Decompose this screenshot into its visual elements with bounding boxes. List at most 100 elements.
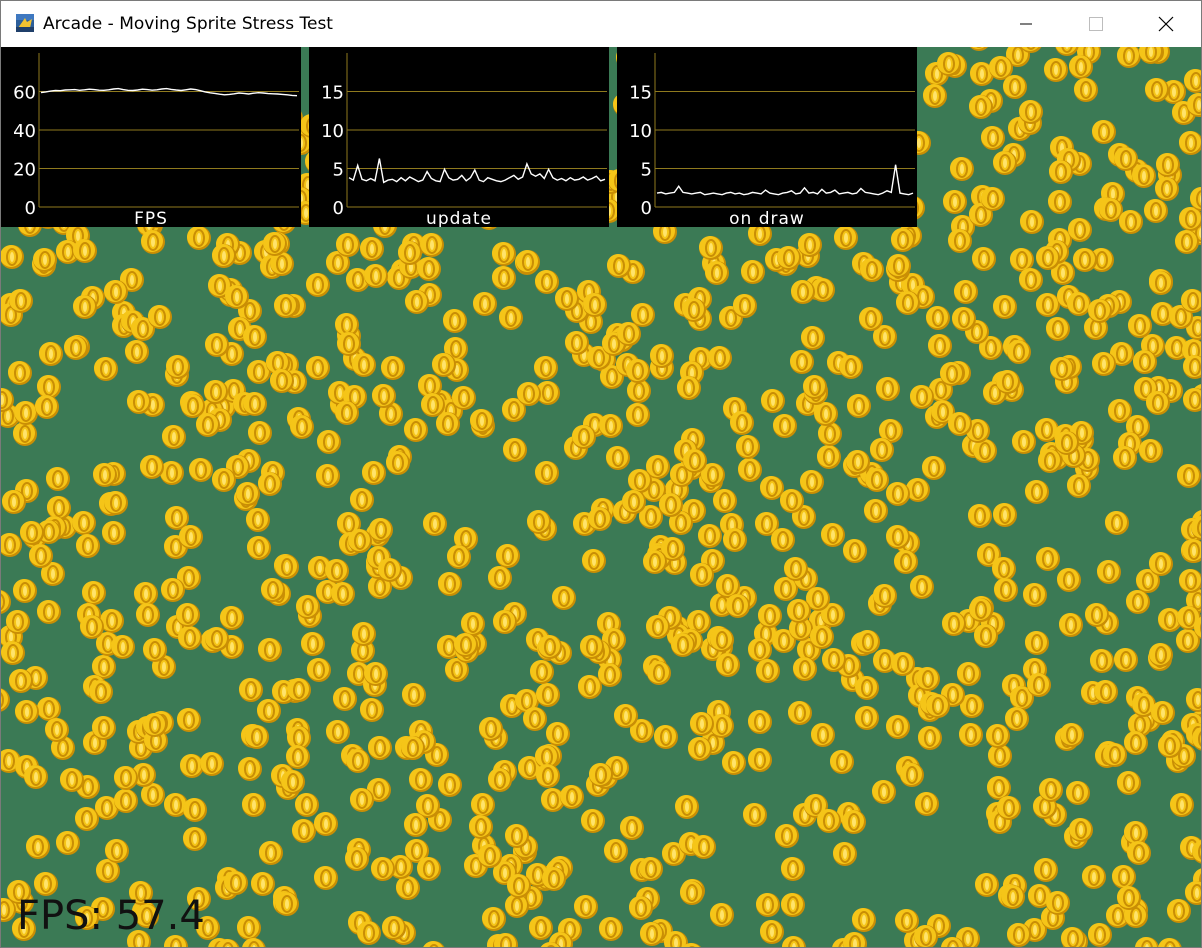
- coin-sprite: [875, 376, 901, 402]
- coin-sprite: [250, 871, 276, 897]
- coin-sprite: [872, 583, 898, 609]
- coin-sprite: [305, 272, 331, 298]
- coin-sprite: [381, 915, 407, 941]
- coin-sprite: [492, 609, 518, 635]
- coin-sprite: [1002, 74, 1028, 100]
- coin-sprite: [178, 524, 204, 550]
- coin-sprite: [1182, 387, 1201, 413]
- coin-sprite: [367, 735, 393, 761]
- coin-sprite: [772, 413, 798, 439]
- coin-sprite: [1067, 217, 1093, 243]
- coin-sprite: [241, 792, 267, 818]
- coin-sprite: [947, 411, 973, 437]
- coin-sprite: [274, 891, 300, 917]
- coin-sprite: [725, 593, 751, 619]
- coin-sprite: [949, 156, 975, 182]
- graph-tick-label: 15: [321, 83, 344, 104]
- coin-sprite: [404, 289, 430, 315]
- coin-sprite: [709, 902, 735, 928]
- coin-sprite: [1024, 630, 1050, 656]
- graph-tick-label: 5: [333, 160, 344, 181]
- coin-sprite: [1087, 922, 1113, 947]
- coin-sprite: [792, 656, 818, 682]
- coin-sprite: [646, 660, 672, 686]
- coin-sprite: [1176, 463, 1201, 489]
- coin-sprite: [256, 698, 282, 724]
- coin-sprite: [160, 577, 186, 603]
- coin-sprite: [534, 269, 560, 295]
- coin-sprite: [188, 457, 214, 483]
- coin-sprite: [75, 533, 101, 559]
- coin-sprite: [408, 767, 434, 793]
- coin-sprite: [909, 574, 935, 600]
- coin-sprite: [537, 634, 563, 660]
- coin-sprite: [1033, 857, 1059, 883]
- coin-sprite: [996, 795, 1022, 821]
- coin-sprite: [995, 369, 1021, 395]
- coin-sprite: [1102, 742, 1128, 768]
- coin-sprite: [1127, 313, 1153, 339]
- coin-sprite: [351, 352, 377, 378]
- coin-sprite: [992, 294, 1018, 320]
- minimize-button[interactable]: [991, 1, 1061, 47]
- coin-sprite: [1118, 209, 1144, 235]
- coin-sprite: [1000, 884, 1026, 910]
- coin-sprite: [1059, 722, 1085, 748]
- coin-sprite: [968, 597, 994, 623]
- coin-sprite: [698, 235, 724, 261]
- coin-sprite: [1185, 687, 1201, 713]
- coin-sprite: [729, 410, 755, 436]
- coin-sprite: [219, 605, 245, 631]
- coin-sprite: [79, 614, 105, 640]
- coin-sprite: [45, 466, 71, 492]
- coin-sprite: [863, 498, 889, 524]
- coin-sprite: [28, 543, 54, 569]
- coin-sprite: [88, 679, 114, 705]
- coin-sprite: [285, 744, 311, 770]
- coin-sprite: [516, 381, 542, 407]
- coin-sprite: [1011, 429, 1037, 455]
- coin-sprite: [1018, 267, 1044, 293]
- coin-sprite: [165, 354, 191, 380]
- coin-sprite: [1093, 679, 1119, 705]
- coin-sprite: [1022, 582, 1048, 608]
- coin-sprite: [992, 150, 1018, 176]
- close-button[interactable]: [1131, 1, 1201, 47]
- coin-sprite: [838, 354, 864, 380]
- coin-sprite: [597, 662, 623, 688]
- coin-sprite: [1006, 922, 1032, 947]
- coin-sprite: [541, 866, 567, 892]
- coin-sprite: [469, 408, 495, 434]
- coin-sprite: [735, 434, 761, 460]
- coin-sprite: [679, 880, 705, 906]
- coin-sprite: [787, 700, 813, 726]
- coin-sprite: [262, 231, 288, 257]
- coin-sprite: [359, 697, 385, 723]
- coin-sprite: [1113, 647, 1139, 673]
- coin-sprite: [211, 243, 237, 269]
- game-canvas[interactable]: 0 20 40 60 FPS 0 5 10 15 update 0 5 10 15 on draw FP…: [1, 47, 1201, 947]
- coin-sprite: [704, 260, 730, 286]
- coin-sprite: [682, 448, 708, 474]
- coin-sprite: [1054, 47, 1080, 57]
- coin-sprite: [991, 556, 1017, 582]
- coin-sprite: [1131, 163, 1157, 189]
- coin-sprite: [435, 411, 461, 437]
- coin-sprite: [8, 668, 34, 694]
- coin-sprite: [603, 838, 629, 864]
- coin-sprite: [1126, 840, 1152, 866]
- coin-sprite: [747, 637, 773, 663]
- coin-sprite: [135, 602, 161, 628]
- coin-sprite: [740, 259, 766, 285]
- coin-sprite: [113, 765, 139, 791]
- coin-sprite: [330, 581, 356, 607]
- coin-sprite: [336, 331, 362, 357]
- coin-sprite: [747, 709, 773, 735]
- coin-sprite: [554, 286, 580, 312]
- coin-sprite: [1138, 438, 1164, 464]
- coin-sprite: [757, 603, 783, 629]
- title-bar[interactable]: Arcade - Moving Sprite Stress Test: [1, 1, 1201, 47]
- coin-sprite: [294, 792, 320, 818]
- coin-sprite: [175, 602, 201, 628]
- maximize-button[interactable]: [1061, 1, 1131, 47]
